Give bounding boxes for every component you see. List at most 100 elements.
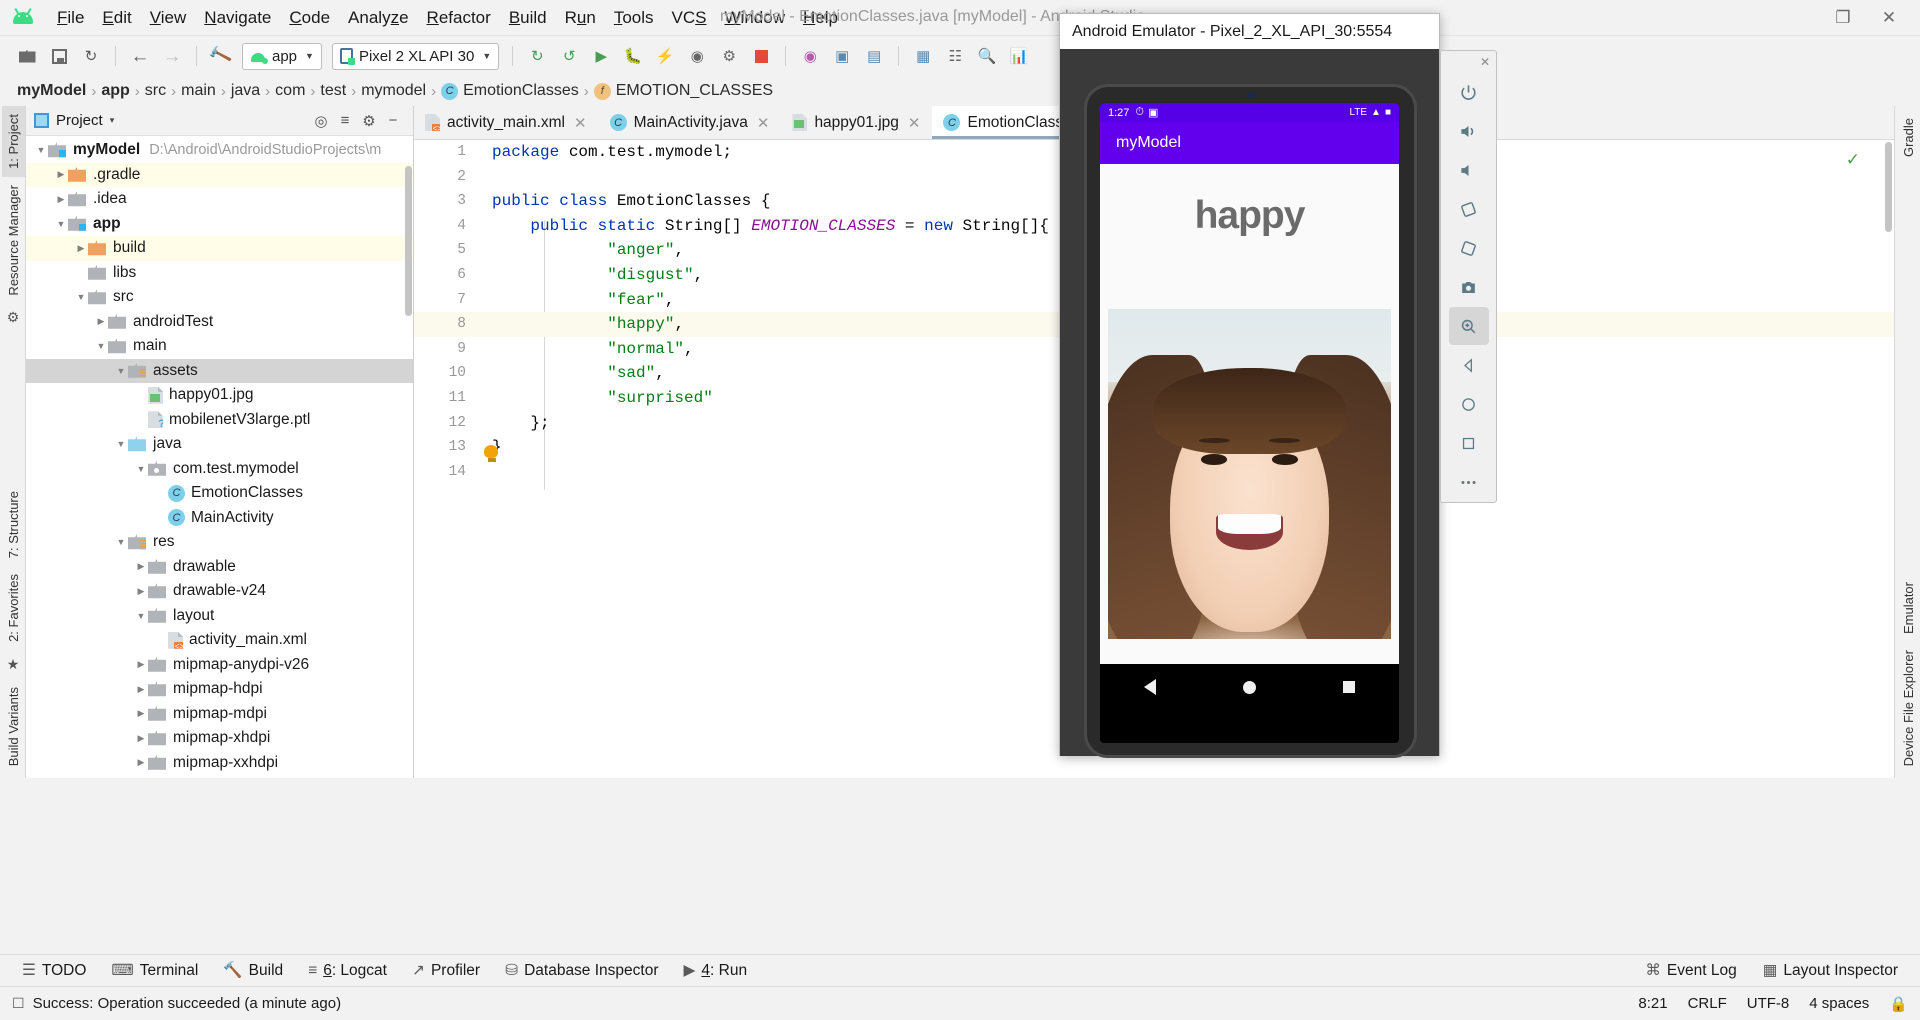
line-separator[interactable]: CRLF — [1688, 995, 1727, 1012]
tree-expand-arrow[interactable]: ▶ — [134, 708, 148, 719]
close-tab-icon[interactable]: ✕ — [757, 114, 770, 132]
bottom-tab-event-log[interactable]: ⌘Event Log — [1635, 958, 1746, 983]
tree-node-assets[interactable]: ▼assets — [26, 359, 413, 384]
rotate-left-button[interactable] — [1449, 190, 1489, 228]
editor-tab-mainactivity-java[interactable]: CMainActivity.java✕ — [599, 106, 782, 139]
menu-item-run[interactable]: Run — [556, 5, 605, 31]
tree-expand-arrow[interactable]: ▼ — [54, 219, 68, 229]
rail-tab-device-file-explorer[interactable]: Device File Explorer — [1897, 642, 1920, 774]
breadcrumb-item-mymodel[interactable]: myModel — [12, 82, 91, 100]
tree-expand-arrow[interactable]: ▶ — [94, 316, 108, 327]
breadcrumb-item-src[interactable]: src — [140, 82, 171, 100]
tree-node-mobilenetv3large-ptl[interactable]: ?mobilenetV3large.ptl — [26, 408, 413, 433]
project-tree[interactable]: ▼myModelD:\Android\AndroidStudioProjects… — [26, 136, 413, 778]
rail-tab-favorites[interactable]: 2: Favorites — [2, 566, 25, 650]
tree-node-main[interactable]: ▼main — [26, 334, 413, 359]
tree-node-mipmap-mdpi[interactable]: ▶mipmap-mdpi — [26, 702, 413, 727]
zoom-button[interactable] — [1449, 307, 1489, 345]
tree-expand-arrow[interactable]: ▶ — [134, 684, 148, 695]
apply-code-changes-icon[interactable]: ↺ — [554, 42, 584, 70]
tree-node-libs[interactable]: libs — [26, 261, 413, 286]
menu-item-view[interactable]: View — [141, 5, 196, 31]
editor-tab-activity-main-xml[interactable]: <>activity_main.xml✕ — [414, 106, 599, 139]
volume-up-button[interactable] — [1449, 112, 1489, 150]
tree-node-mipmap-hdpi[interactable]: ▶mipmap-hdpi — [26, 677, 413, 702]
close-tab-icon[interactable]: ✕ — [908, 114, 921, 132]
bottom-tab-build[interactable]: 🔨Build — [213, 958, 293, 983]
device-file-explorer-icon[interactable]: ▤ — [859, 42, 889, 70]
menu-item-file[interactable]: File — [48, 5, 93, 31]
tree-expand-arrow[interactable]: ▼ — [114, 537, 128, 547]
bottom-tab-profiler[interactable]: ↗Profiler — [402, 958, 490, 983]
coverage-icon[interactable]: ⚙ — [714, 42, 744, 70]
back-button[interactable] — [1449, 346, 1489, 384]
menu-item-build[interactable]: Build — [500, 5, 556, 31]
tree-node-mipmap-xxhdpi[interactable]: ▶mipmap-xxhdpi — [26, 751, 413, 776]
intention-bulb-icon[interactable] — [484, 445, 500, 463]
rail-tab-structure[interactable]: 7: Structure — [2, 483, 25, 566]
overview-button[interactable] — [1449, 424, 1489, 462]
breadcrumb-item-com[interactable]: com — [270, 82, 310, 100]
tree-expand-arrow[interactable]: ▶ — [134, 733, 148, 744]
stop-icon[interactable] — [746, 42, 776, 70]
tree-node--idea[interactable]: ▶.idea — [26, 187, 413, 212]
tree-node-drawable[interactable]: ▶drawable — [26, 555, 413, 580]
breadcrumb-item-java[interactable]: java — [226, 82, 265, 100]
screenshot-button[interactable] — [1449, 268, 1489, 306]
editor-tab-happy01-jpg[interactable]: happy01.jpg✕ — [781, 106, 932, 139]
emulator-screen[interactable]: 1:27 ⏱ ▣ LTE ▲ ■ myModel happy — [1100, 103, 1399, 743]
rail-tab-emulator[interactable]: Emulator — [1897, 574, 1920, 642]
tree-expand-arrow[interactable]: ▶ — [134, 561, 148, 572]
collapse-all-icon[interactable]: ≡ — [333, 112, 357, 129]
emulator-toolbar-close-icon[interactable]: ✕ — [1480, 55, 1490, 73]
android-emulator-window[interactable]: Android Emulator - Pixel_2_XL_API_30:555… — [1059, 13, 1440, 756]
editor-scrollbar[interactable] — [1885, 142, 1892, 232]
profiler-toolbar-icon[interactable]: 📊 — [1004, 42, 1034, 70]
breadcrumb-item-mymodel[interactable]: mymodel — [356, 82, 431, 100]
tree-expand-arrow[interactable]: ▼ — [114, 439, 128, 449]
breadcrumb-item-emotion_classes[interactable]: fEMOTION_CLASSES — [589, 82, 778, 100]
nav-back-triangle-icon[interactable] — [1144, 679, 1156, 695]
chevron-down-icon-project[interactable]: ▾ — [110, 115, 115, 126]
menu-item-refactor[interactable]: Refactor — [418, 5, 500, 31]
panel-settings-gear-icon[interactable]: ⚙ — [357, 112, 381, 130]
bottom-tab-layout-inspector[interactable]: ▦Layout Inspector — [1753, 958, 1908, 983]
tree-expand-arrow[interactable]: ▼ — [114, 366, 128, 376]
tree-expand-arrow[interactable]: ▶ — [74, 243, 88, 254]
caret-position[interactable]: 8:21 — [1638, 995, 1667, 1012]
breadcrumb-item-main[interactable]: main — [176, 82, 221, 100]
power-button[interactable] — [1449, 73, 1489, 111]
run-configuration-selector[interactable]: app ▼ — [242, 43, 322, 70]
menu-item-edit[interactable]: Edit — [93, 5, 140, 31]
indent-setting[interactable]: 4 spaces — [1809, 995, 1869, 1012]
tree-node-mymodel[interactable]: ▼myModelD:\Android\AndroidStudioProjects… — [26, 138, 413, 163]
apply-changes-icon[interactable]: ↻ — [522, 42, 552, 70]
sync-icon[interactable]: ↻ — [76, 42, 106, 70]
menu-item-tools[interactable]: Tools — [605, 5, 663, 31]
bottom-tab-todo[interactable]: ☰TODO — [12, 958, 96, 983]
run-icon[interactable]: ▶ — [586, 42, 616, 70]
bottom-tab-logcat[interactable]: ≡6: Logcat — [298, 959, 397, 983]
tree-node--gradle[interactable]: ▶.gradle — [26, 163, 413, 188]
tree-node-androidtest[interactable]: ▶androidTest — [26, 310, 413, 335]
menu-item-analyze[interactable]: Analyze — [339, 5, 418, 31]
tree-expand-arrow[interactable]: ▼ — [74, 292, 88, 302]
attach-debugger-icon[interactable]: ◉ — [682, 42, 712, 70]
restore-button[interactable]: ❐ — [1820, 1, 1866, 35]
tree-node-res[interactable]: ▼res — [26, 530, 413, 555]
tree-node-emotionclasses[interactable]: CEmotionClasses — [26, 481, 413, 506]
nav-home-circle-icon[interactable] — [1243, 681, 1256, 694]
file-encoding[interactable]: UTF-8 — [1747, 995, 1790, 1012]
tree-node-activity-main-xml[interactable]: <>activity_main.xml — [26, 628, 413, 653]
bottom-tab-terminal[interactable]: ⌨Terminal — [101, 958, 208, 983]
home-button[interactable] — [1449, 385, 1489, 423]
avd-manager-icon[interactable]: ▣ — [827, 42, 857, 70]
breadcrumb-item-test[interactable]: test — [315, 82, 351, 100]
menu-item-navigate[interactable]: Navigate — [195, 5, 280, 31]
tree-node-src[interactable]: ▼src — [26, 285, 413, 310]
tree-node-layout[interactable]: ▼layout — [26, 604, 413, 629]
sdk-manager-icon[interactable]: ◉ — [795, 42, 825, 70]
project-scrollbar[interactable] — [405, 166, 412, 316]
nav-recents-square-icon[interactable] — [1343, 681, 1355, 693]
tree-node-mipmap-xhdpi[interactable]: ▶mipmap-xhdpi — [26, 726, 413, 751]
